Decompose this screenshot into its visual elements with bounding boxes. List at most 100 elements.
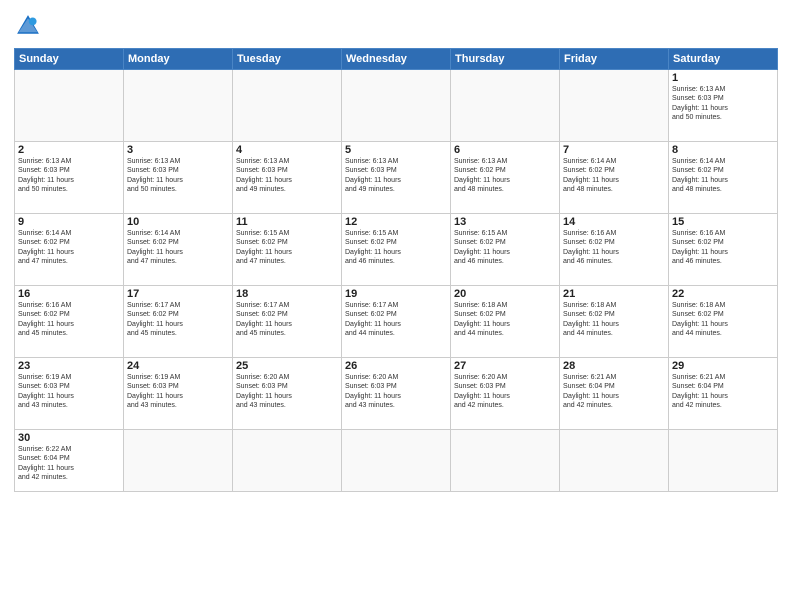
day-number: 18 xyxy=(236,288,338,300)
day-cell: 27Sunrise: 6:20 AM Sunset: 6:03 PM Dayli… xyxy=(451,358,560,430)
day-info: Sunrise: 6:16 AM Sunset: 6:02 PM Dayligh… xyxy=(672,229,774,267)
day-cell: 14Sunrise: 6:16 AM Sunset: 6:02 PM Dayli… xyxy=(560,214,669,286)
weekday-header-tuesday: Tuesday xyxy=(233,49,342,70)
day-number: 29 xyxy=(672,360,774,372)
day-info: Sunrise: 6:15 AM Sunset: 6:02 PM Dayligh… xyxy=(454,229,556,267)
day-number: 27 xyxy=(454,360,556,372)
day-number: 6 xyxy=(454,144,556,156)
day-number: 25 xyxy=(236,360,338,372)
day-cell xyxy=(233,70,342,142)
day-cell: 5Sunrise: 6:13 AM Sunset: 6:03 PM Daylig… xyxy=(342,142,451,214)
day-info: Sunrise: 6:15 AM Sunset: 6:02 PM Dayligh… xyxy=(345,229,447,267)
day-cell xyxy=(669,430,778,492)
day-cell: 10Sunrise: 6:14 AM Sunset: 6:02 PM Dayli… xyxy=(124,214,233,286)
day-info: Sunrise: 6:13 AM Sunset: 6:03 PM Dayligh… xyxy=(345,157,447,195)
week-row-4: 16Sunrise: 6:16 AM Sunset: 6:02 PM Dayli… xyxy=(15,286,778,358)
day-cell: 17Sunrise: 6:17 AM Sunset: 6:02 PM Dayli… xyxy=(124,286,233,358)
day-info: Sunrise: 6:16 AM Sunset: 6:02 PM Dayligh… xyxy=(563,229,665,267)
day-number: 1 xyxy=(672,72,774,84)
day-cell: 30Sunrise: 6:22 AM Sunset: 6:04 PM Dayli… xyxy=(15,430,124,492)
day-number: 23 xyxy=(18,360,120,372)
week-row-1: 1Sunrise: 6:13 AM Sunset: 6:03 PM Daylig… xyxy=(15,70,778,142)
day-cell xyxy=(451,70,560,142)
day-cell: 6Sunrise: 6:13 AM Sunset: 6:02 PM Daylig… xyxy=(451,142,560,214)
day-info: Sunrise: 6:14 AM Sunset: 6:02 PM Dayligh… xyxy=(127,229,229,267)
day-number: 9 xyxy=(18,216,120,228)
day-info: Sunrise: 6:13 AM Sunset: 6:03 PM Dayligh… xyxy=(18,157,120,195)
day-number: 15 xyxy=(672,216,774,228)
day-number: 28 xyxy=(563,360,665,372)
day-cell: 7Sunrise: 6:14 AM Sunset: 6:02 PM Daylig… xyxy=(560,142,669,214)
day-cell: 8Sunrise: 6:14 AM Sunset: 6:02 PM Daylig… xyxy=(669,142,778,214)
day-info: Sunrise: 6:20 AM Sunset: 6:03 PM Dayligh… xyxy=(454,373,556,411)
day-cell: 9Sunrise: 6:14 AM Sunset: 6:02 PM Daylig… xyxy=(15,214,124,286)
day-info: Sunrise: 6:17 AM Sunset: 6:02 PM Dayligh… xyxy=(127,301,229,339)
day-cell: 12Sunrise: 6:15 AM Sunset: 6:02 PM Dayli… xyxy=(342,214,451,286)
day-info: Sunrise: 6:14 AM Sunset: 6:02 PM Dayligh… xyxy=(672,157,774,195)
week-row-6: 30Sunrise: 6:22 AM Sunset: 6:04 PM Dayli… xyxy=(15,430,778,492)
day-cell: 3Sunrise: 6:13 AM Sunset: 6:03 PM Daylig… xyxy=(124,142,233,214)
day-info: Sunrise: 6:18 AM Sunset: 6:02 PM Dayligh… xyxy=(672,301,774,339)
day-cell: 23Sunrise: 6:19 AM Sunset: 6:03 PM Dayli… xyxy=(15,358,124,430)
day-number: 12 xyxy=(345,216,447,228)
weekday-header-monday: Monday xyxy=(124,49,233,70)
day-info: Sunrise: 6:21 AM Sunset: 6:04 PM Dayligh… xyxy=(563,373,665,411)
day-number: 13 xyxy=(454,216,556,228)
logo-icon xyxy=(14,12,42,40)
day-number: 22 xyxy=(672,288,774,300)
header xyxy=(14,12,778,40)
day-number: 3 xyxy=(127,144,229,156)
day-cell xyxy=(342,70,451,142)
day-cell: 11Sunrise: 6:15 AM Sunset: 6:02 PM Dayli… xyxy=(233,214,342,286)
day-number: 10 xyxy=(127,216,229,228)
day-info: Sunrise: 6:22 AM Sunset: 6:04 PM Dayligh… xyxy=(18,445,120,483)
day-cell xyxy=(233,430,342,492)
day-info: Sunrise: 6:20 AM Sunset: 6:03 PM Dayligh… xyxy=(345,373,447,411)
day-cell xyxy=(342,430,451,492)
day-cell xyxy=(124,430,233,492)
day-info: Sunrise: 6:13 AM Sunset: 6:02 PM Dayligh… xyxy=(454,157,556,195)
day-cell: 13Sunrise: 6:15 AM Sunset: 6:02 PM Dayli… xyxy=(451,214,560,286)
day-cell: 2Sunrise: 6:13 AM Sunset: 6:03 PM Daylig… xyxy=(15,142,124,214)
day-number: 19 xyxy=(345,288,447,300)
day-info: Sunrise: 6:13 AM Sunset: 6:03 PM Dayligh… xyxy=(672,85,774,123)
day-info: Sunrise: 6:17 AM Sunset: 6:02 PM Dayligh… xyxy=(236,301,338,339)
weekday-header-row: SundayMondayTuesdayWednesdayThursdayFrid… xyxy=(15,49,778,70)
day-number: 5 xyxy=(345,144,447,156)
day-info: Sunrise: 6:19 AM Sunset: 6:03 PM Dayligh… xyxy=(127,373,229,411)
day-cell xyxy=(15,70,124,142)
day-info: Sunrise: 6:13 AM Sunset: 6:03 PM Dayligh… xyxy=(236,157,338,195)
calendar: SundayMondayTuesdayWednesdayThursdayFrid… xyxy=(14,48,778,492)
day-number: 24 xyxy=(127,360,229,372)
day-number: 8 xyxy=(672,144,774,156)
weekday-header-wednesday: Wednesday xyxy=(342,49,451,70)
day-info: Sunrise: 6:15 AM Sunset: 6:02 PM Dayligh… xyxy=(236,229,338,267)
day-info: Sunrise: 6:13 AM Sunset: 6:03 PM Dayligh… xyxy=(127,157,229,195)
weekday-header-sunday: Sunday xyxy=(15,49,124,70)
day-cell: 26Sunrise: 6:20 AM Sunset: 6:03 PM Dayli… xyxy=(342,358,451,430)
page: SundayMondayTuesdayWednesdayThursdayFrid… xyxy=(0,0,792,612)
day-cell: 4Sunrise: 6:13 AM Sunset: 6:03 PM Daylig… xyxy=(233,142,342,214)
day-number: 2 xyxy=(18,144,120,156)
day-cell: 28Sunrise: 6:21 AM Sunset: 6:04 PM Dayli… xyxy=(560,358,669,430)
day-cell: 25Sunrise: 6:20 AM Sunset: 6:03 PM Dayli… xyxy=(233,358,342,430)
logo xyxy=(14,12,46,40)
day-info: Sunrise: 6:18 AM Sunset: 6:02 PM Dayligh… xyxy=(563,301,665,339)
day-info: Sunrise: 6:16 AM Sunset: 6:02 PM Dayligh… xyxy=(18,301,120,339)
week-row-3: 9 Sunrise: 6:14 AM Sunset: 6:02 PM Daylig… xyxy=(15,214,778,286)
day-number: 26 xyxy=(345,360,447,372)
week-row-5: 23Sunrise: 6:19 AM Sunset: 6:03 PM Dayli… xyxy=(15,358,778,430)
day-cell: 15Sunrise: 6:16 AM Sunset: 6:02 PM Dayli… xyxy=(669,214,778,286)
week-row-2: 2Sunrise: 6:13 AM Sunset: 6:03 PM Daylig… xyxy=(15,142,778,214)
day-number: 7 xyxy=(563,144,665,156)
day-cell: 24Sunrise: 6:19 AM Sunset: 6:03 PM Dayli… xyxy=(124,358,233,430)
day-info: Sunrise: 6:19 AM Sunset: 6:03 PM Dayligh… xyxy=(18,373,120,411)
weekday-header-friday: Friday xyxy=(560,49,669,70)
day-cell: 22Sunrise: 6:18 AM Sunset: 6:02 PM Dayli… xyxy=(669,286,778,358)
day-info: Sunrise: 6:20 AM Sunset: 6:03 PM Dayligh… xyxy=(236,373,338,411)
day-cell: 21Sunrise: 6:18 AM Sunset: 6:02 PM Dayli… xyxy=(560,286,669,358)
day-cell: 20Sunrise: 6:18 AM Sunset: 6:02 PM Dayli… xyxy=(451,286,560,358)
day-cell: 19Sunrise: 6:17 AM Sunset: 6:02 PM Dayli… xyxy=(342,286,451,358)
day-cell xyxy=(451,430,560,492)
day-number: 30 xyxy=(18,432,120,444)
